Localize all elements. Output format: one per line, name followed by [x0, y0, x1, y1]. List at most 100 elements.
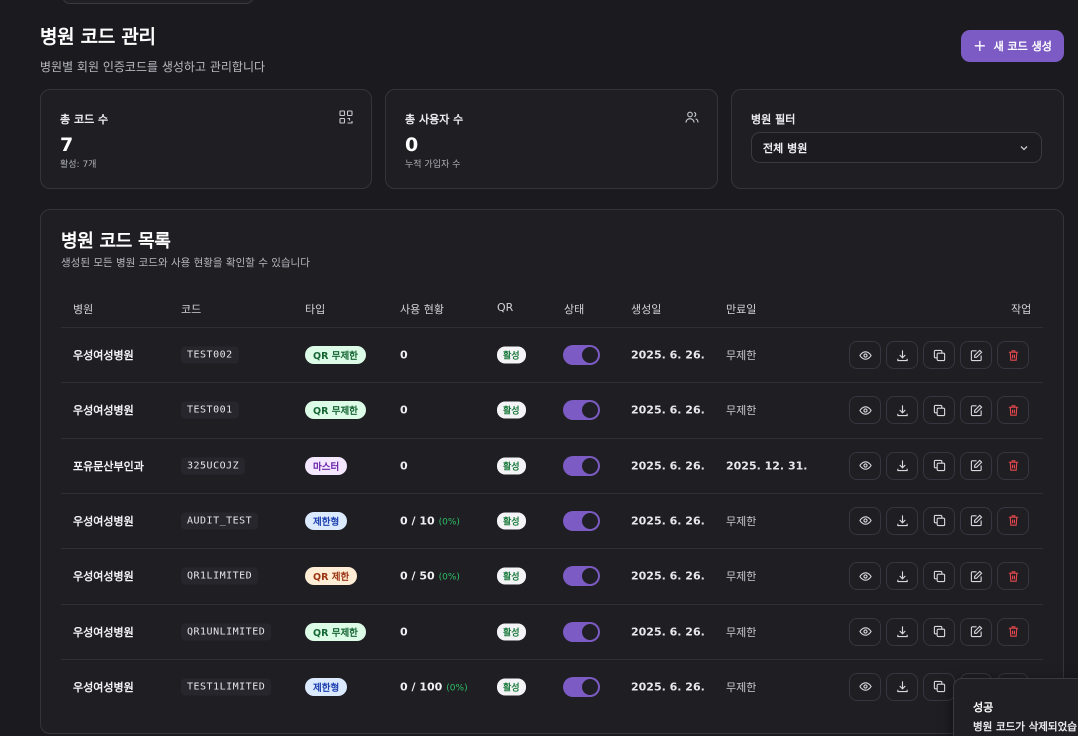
- edit-button[interactable]: [960, 451, 992, 480]
- qr-cell: 활성: [497, 346, 526, 364]
- created-date: 2025. 6. 26.: [631, 459, 705, 473]
- success-toast[interactable]: 성공 병원 코드가 삭제되었습: [953, 678, 1078, 736]
- status-toggle[interactable]: [563, 676, 600, 697]
- view-button[interactable]: [849, 396, 881, 425]
- download-button[interactable]: [886, 506, 918, 535]
- trash-icon: [1008, 626, 1018, 637]
- usage-percent: (0%): [446, 683, 468, 694]
- view-button[interactable]: [849, 562, 881, 591]
- view-button[interactable]: [849, 672, 881, 701]
- copy-button[interactable]: [923, 506, 955, 535]
- usage-value: 0 / 50: [400, 569, 435, 583]
- top-tab-stub: [62, 0, 254, 4]
- trash-icon: [1008, 570, 1018, 582]
- view-button[interactable]: [849, 451, 881, 480]
- view-icon: [858, 461, 872, 470]
- copy-button[interactable]: [923, 451, 955, 480]
- copy-button[interactable]: [923, 396, 955, 425]
- download-button[interactable]: [886, 341, 918, 369]
- col-header-usage: 사용 현황: [400, 303, 444, 316]
- toast-title: 성공: [973, 701, 994, 714]
- trash-icon: [1008, 460, 1018, 471]
- col-header-type: 타입: [305, 303, 326, 316]
- view-icon: [858, 516, 872, 526]
- hospital-filter-card: 병원 필터 전체 병원: [731, 89, 1064, 189]
- status-toggle[interactable]: [563, 621, 600, 642]
- row-actions: [849, 341, 1029, 369]
- view-button[interactable]: [849, 617, 881, 646]
- download-button[interactable]: [886, 617, 918, 646]
- qr-badge: 활성: [497, 678, 526, 696]
- hospital-name: 우성여성병원: [73, 570, 134, 584]
- status-cell: [563, 400, 600, 421]
- copy-button[interactable]: [923, 341, 955, 369]
- created-date: 2025. 6. 26.: [631, 625, 705, 638]
- table-row: 우성여성병원 AUDIT_TEST 제한형 0 / 10 (0%) 활성 2025. 6. …: [61, 492, 1043, 548]
- status-toggle[interactable]: [563, 455, 600, 476]
- row-actions: [849, 506, 1029, 535]
- status-cell: [563, 621, 600, 642]
- copy-button[interactable]: [923, 617, 955, 646]
- edit-button[interactable]: [960, 341, 992, 369]
- type-badge: QR 무제한: [305, 346, 366, 364]
- trash-button[interactable]: [997, 562, 1029, 591]
- table-row: 우성여성병원 QR1LIMITED QR 제한 0 / 50 (0%) 활성 2025. 6…: [61, 548, 1043, 603]
- download-button[interactable]: [886, 672, 918, 701]
- code-list-title: 병원 코드 목록: [61, 231, 171, 252]
- col-header-expires: 만료일: [726, 303, 757, 316]
- code-value: TEST001: [181, 401, 239, 419]
- usage-cell: 0: [400, 459, 412, 472]
- code-list-subtitle: 생성된 모든 병원 코드와 사용 현황을 확인할 수 있습니다: [61, 257, 310, 269]
- trash-button[interactable]: [997, 341, 1029, 369]
- status-cell: [563, 676, 600, 697]
- copy-icon: [933, 625, 945, 638]
- new-code-label: 새 코드 생성: [993, 40, 1052, 53]
- copy-button[interactable]: [923, 672, 955, 701]
- download-icon: [896, 681, 908, 693]
- code-value: QR1LIMITED: [181, 567, 259, 585]
- copy-button[interactable]: [923, 562, 955, 591]
- status-cell: [563, 345, 600, 365]
- status-toggle[interactable]: [563, 510, 600, 531]
- col-header-actions: 작업: [1011, 303, 1032, 316]
- type-badge: 제한형: [305, 677, 348, 696]
- download-button[interactable]: [886, 562, 918, 591]
- trash-button[interactable]: [997, 506, 1029, 535]
- usage-cell: 0 / 100 (0%): [400, 680, 468, 693]
- status-toggle[interactable]: [563, 345, 600, 365]
- view-icon: [858, 350, 872, 360]
- trash-button[interactable]: [997, 451, 1029, 480]
- hospital-filter-select[interactable]: 전체 병원: [751, 132, 1042, 163]
- row-actions: [849, 617, 1029, 646]
- col-header-qr: QR: [497, 301, 514, 314]
- new-code-button[interactable]: + 새 코드 생성: [961, 30, 1064, 62]
- toggle-knob: [582, 568, 598, 585]
- type-badge: 제한형: [305, 511, 348, 530]
- status-toggle[interactable]: [563, 400, 600, 421]
- type-cell: 제한형: [305, 511, 348, 530]
- edit-button[interactable]: [960, 562, 992, 591]
- status-toggle[interactable]: [563, 566, 600, 587]
- trash-button[interactable]: [997, 617, 1029, 646]
- usage-value: 0 / 100: [400, 680, 443, 694]
- download-button[interactable]: [886, 451, 918, 480]
- table-row: 우성여성병원 TEST1LIMITED 제한형 0 / 100 (0%) 활성 2025. …: [61, 658, 1043, 714]
- qr-badge: 활성: [497, 457, 526, 475]
- code-list-card: 병원 코드 목록 생성된 모든 병원 코드와 사용 현황을 확인할 수 있습니다…: [40, 209, 1064, 734]
- download-button[interactable]: [886, 396, 918, 425]
- view-button[interactable]: [849, 506, 881, 535]
- trash-button[interactable]: [997, 396, 1029, 425]
- hospital-filter-value: 전체 병원: [763, 141, 808, 155]
- type-badge: QR 무제한: [305, 622, 366, 641]
- edit-button[interactable]: [960, 506, 992, 535]
- qr-badge: 활성: [497, 401, 526, 419]
- qr-cell: 활성: [497, 623, 526, 640]
- edit-icon: [970, 404, 982, 416]
- view-button[interactable]: [849, 341, 881, 369]
- created-date: 2025. 6. 26.: [631, 348, 705, 362]
- edit-icon: [970, 349, 982, 361]
- total-users-card: 총 사용자 수 0 누적 가입자 수: [385, 89, 718, 189]
- edit-button[interactable]: [960, 617, 992, 646]
- code-value: TEST1LIMITED: [181, 678, 272, 696]
- edit-button[interactable]: [960, 396, 992, 425]
